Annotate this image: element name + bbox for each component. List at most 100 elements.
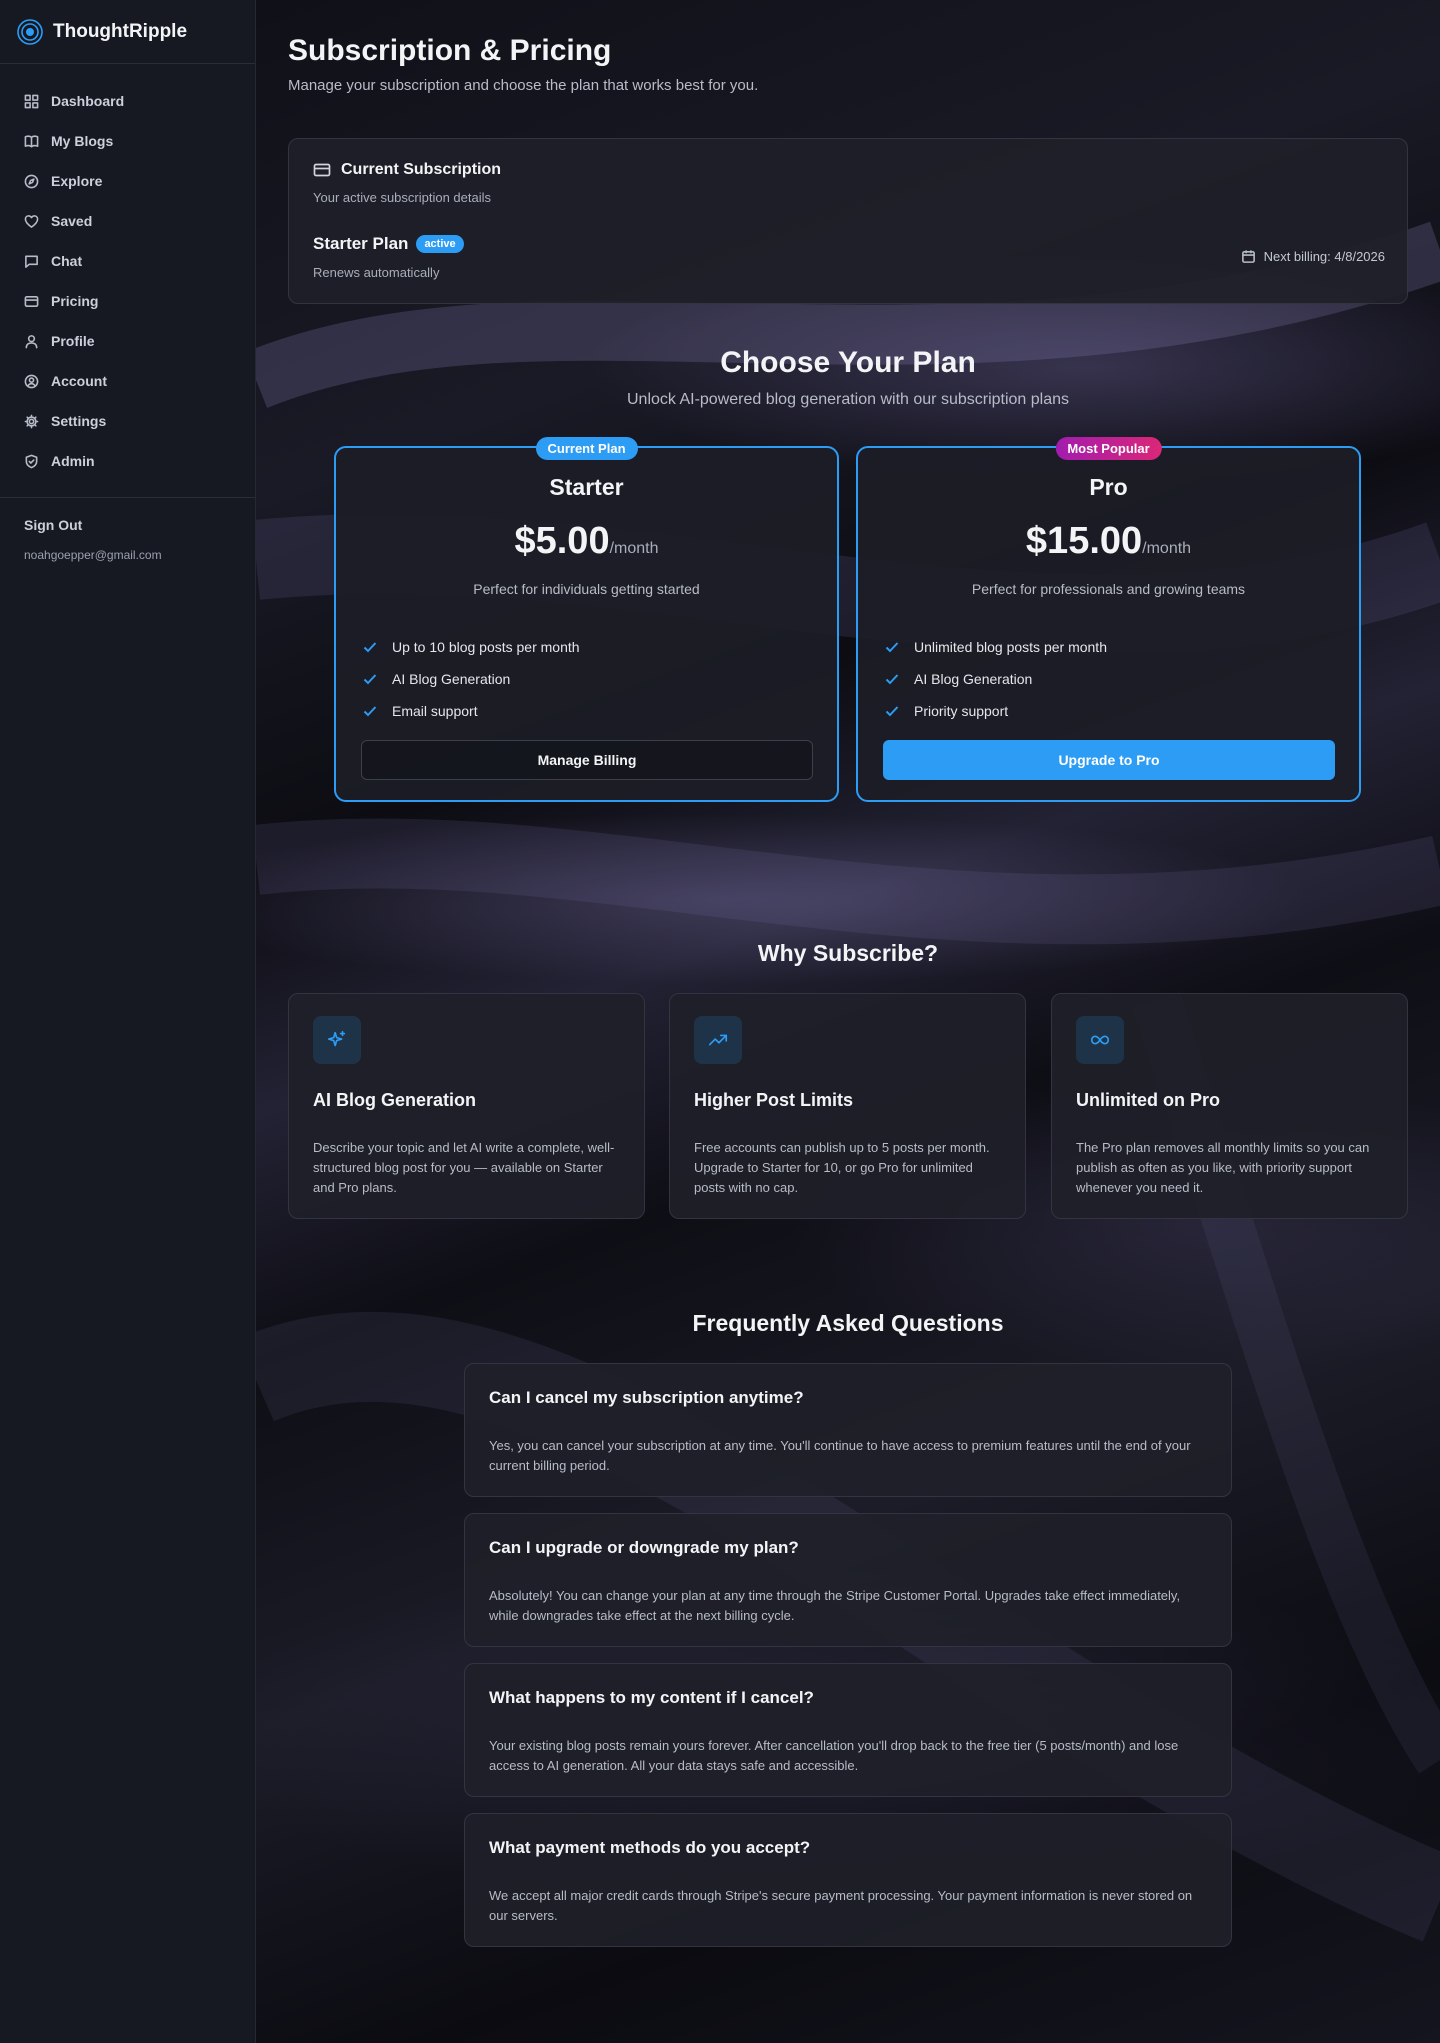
- sidebar-item-chat[interactable]: Chat: [0, 241, 255, 281]
- faq-answer: Yes, you can cancel your subscription at…: [489, 1438, 1191, 1473]
- current-plan-name: Starter Plan: [313, 234, 409, 253]
- current-subscription-card: Current Subscription Your active subscri…: [288, 138, 1408, 304]
- renewal-text: Renews automatically: [313, 265, 440, 280]
- manage-billing-button[interactable]: Manage Billing: [361, 740, 813, 780]
- upgrade-to-pro-button[interactable]: Upgrade to Pro: [883, 740, 1335, 780]
- faq-question: Can I upgrade or downgrade my plan?: [489, 1538, 799, 1557]
- sidebar-item-label: My Blogs: [51, 133, 114, 149]
- credit-card-icon: [313, 163, 331, 177]
- sidebar-item-label: Explore: [51, 173, 103, 189]
- compass-icon: [24, 174, 39, 188]
- sidebar-item-admin[interactable]: Admin: [0, 441, 255, 481]
- book-icon: [24, 134, 39, 147]
- why-card-unlimited: Unlimited on Pro The Pro plan removes al…: [1051, 993, 1408, 1219]
- why-card-text: Free accounts can publish up to 5 posts …: [694, 1140, 990, 1195]
- brand-name: ThoughtRipple: [53, 20, 188, 42]
- shield-icon: [25, 454, 38, 468]
- faq-item[interactable]: Can I upgrade or downgrade my plan? Abso…: [464, 1513, 1232, 1647]
- faq-item[interactable]: What payment methods do you accept? We a…: [464, 1813, 1232, 1947]
- why-card-title: Unlimited on Pro: [1076, 1090, 1220, 1110]
- check-icon: [363, 674, 377, 685]
- check-icon: [885, 642, 899, 653]
- feature-text: Priority support: [914, 703, 1009, 719]
- check-icon: [885, 706, 899, 717]
- plan-description: Perfect for individuals getting started: [473, 581, 700, 597]
- feature-text: Unlimited blog posts per month: [914, 639, 1107, 655]
- current-subscription-title: Current Subscription: [341, 161, 502, 178]
- calendar-icon: [1241, 250, 1255, 263]
- faq-title: Frequently Asked Questions: [692, 1310, 1004, 1336]
- why-card-text: The Pro plan removes all monthly limits …: [1076, 1140, 1370, 1195]
- plan-feature: Email support: [362, 703, 478, 719]
- plan-name: Pro: [1089, 474, 1128, 500]
- why-card-post-limits: Higher Post Limits Free accounts can pub…: [669, 993, 1026, 1219]
- next-billing-text: Next billing: 4/8/2026: [1263, 249, 1385, 264]
- plans-subtitle: Unlock AI-powered blog generation with o…: [626, 391, 1070, 408]
- sidebar-item-account[interactable]: Account: [0, 361, 255, 401]
- plans-title: Choose Your Plan: [720, 346, 976, 379]
- current-subscription-description: Your active subscription details: [313, 190, 492, 205]
- sidebar-item-label: Dashboard: [51, 93, 125, 109]
- plan-card-starter: Current Plan Starter $5.00/month Perfect…: [334, 437, 839, 802]
- feature-text: Up to 10 blog posts per month: [392, 639, 580, 655]
- most-popular-badge: Most Popular: [1055, 437, 1162, 460]
- faq-question: What happens to my content if I cancel?: [489, 1688, 814, 1707]
- sidebar-item-settings[interactable]: Settings: [0, 401, 255, 441]
- ripple-logo-icon: [17, 18, 43, 45]
- plan-price: $15.00/month: [858, 520, 1359, 563]
- brand[interactable]: ThoughtRipple: [0, 0, 255, 64]
- message-icon: [25, 255, 38, 268]
- plan-card-pro: Most Popular Pro $15.00/month Perfect fo…: [856, 437, 1361, 802]
- sidebar-item-label: Pricing: [51, 293, 99, 309]
- sidebar-item-label: Profile: [51, 333, 95, 349]
- faq-item[interactable]: What happens to my content if I cancel? …: [464, 1663, 1232, 1797]
- check-icon: [885, 674, 899, 685]
- sidebar-item-profile[interactable]: Profile: [0, 321, 255, 361]
- plan-price: $5.00/month: [336, 520, 837, 563]
- sign-out-button[interactable]: Sign Out: [0, 498, 255, 533]
- page-subtitle: Manage your subscription and choose the …: [288, 77, 759, 94]
- sidebar-item-explore[interactable]: Explore: [0, 161, 255, 201]
- next-billing: Next billing: 4/8/2026: [1241, 249, 1385, 264]
- sidebar-item-label: Saved: [51, 213, 93, 229]
- sidebar-item-label: Admin: [51, 453, 95, 469]
- sidebar: ThoughtRipple Dashboard My Blogs Explore…: [0, 0, 256, 2043]
- why-card-text: Describe your topic and let AI write a c…: [313, 1140, 615, 1195]
- price-amount: $5.00: [514, 520, 610, 562]
- feature-text: AI Blog Generation: [914, 671, 1033, 687]
- sidebar-nav: Dashboard My Blogs Explore Saved Chat Pr…: [0, 64, 255, 481]
- plan-feature: Unlimited blog posts per month: [884, 639, 1107, 655]
- grid-icon: [24, 94, 39, 108]
- page-title: Subscription & Pricing: [288, 34, 612, 67]
- user-email: noahgoepper@gmail.com: [24, 548, 162, 562]
- check-icon: [363, 706, 377, 717]
- current-plan-badge: Current Plan: [535, 437, 638, 460]
- sidebar-item-saved[interactable]: Saved: [0, 201, 255, 241]
- credit-card-icon: [24, 295, 39, 307]
- sidebar-item-dashboard[interactable]: Dashboard: [0, 81, 255, 121]
- price-period: /month: [1142, 540, 1192, 557]
- trending-up-icon: [694, 1016, 742, 1064]
- current-subscription-header: Current Subscription: [313, 161, 501, 179]
- sparkles-icon: [313, 1016, 361, 1064]
- gear-icon: [24, 414, 39, 428]
- feature-text: Email support: [392, 703, 478, 719]
- user-icon: [25, 334, 38, 348]
- faq-answer: We accept all major credit cards through…: [489, 1888, 1193, 1923]
- heart-icon: [24, 214, 39, 228]
- sidebar-item-my-blogs[interactable]: My Blogs: [0, 121, 255, 161]
- faq-item[interactable]: Can I cancel my subscription anytime? Ye…: [464, 1363, 1232, 1497]
- faq-answer: Your existing blog posts remain yours fo…: [489, 1738, 1179, 1773]
- why-card-title: Higher Post Limits: [694, 1090, 854, 1110]
- current-plan: Starter Plan active: [313, 234, 464, 254]
- plan-feature: AI Blog Generation: [884, 671, 1032, 687]
- price-amount: $15.00: [1025, 520, 1143, 562]
- plan-feature: Up to 10 blog posts per month: [362, 639, 580, 655]
- infinity-icon: [1076, 1016, 1124, 1064]
- why-card-ai-generation: AI Blog Generation Describe your topic a…: [288, 993, 645, 1219]
- sidebar-item-pricing[interactable]: Pricing: [0, 281, 255, 321]
- price-period: /month: [609, 540, 659, 557]
- check-icon: [363, 642, 377, 653]
- status-badge: active: [416, 235, 464, 253]
- faq-question: Can I cancel my subscription anytime?: [489, 1388, 804, 1407]
